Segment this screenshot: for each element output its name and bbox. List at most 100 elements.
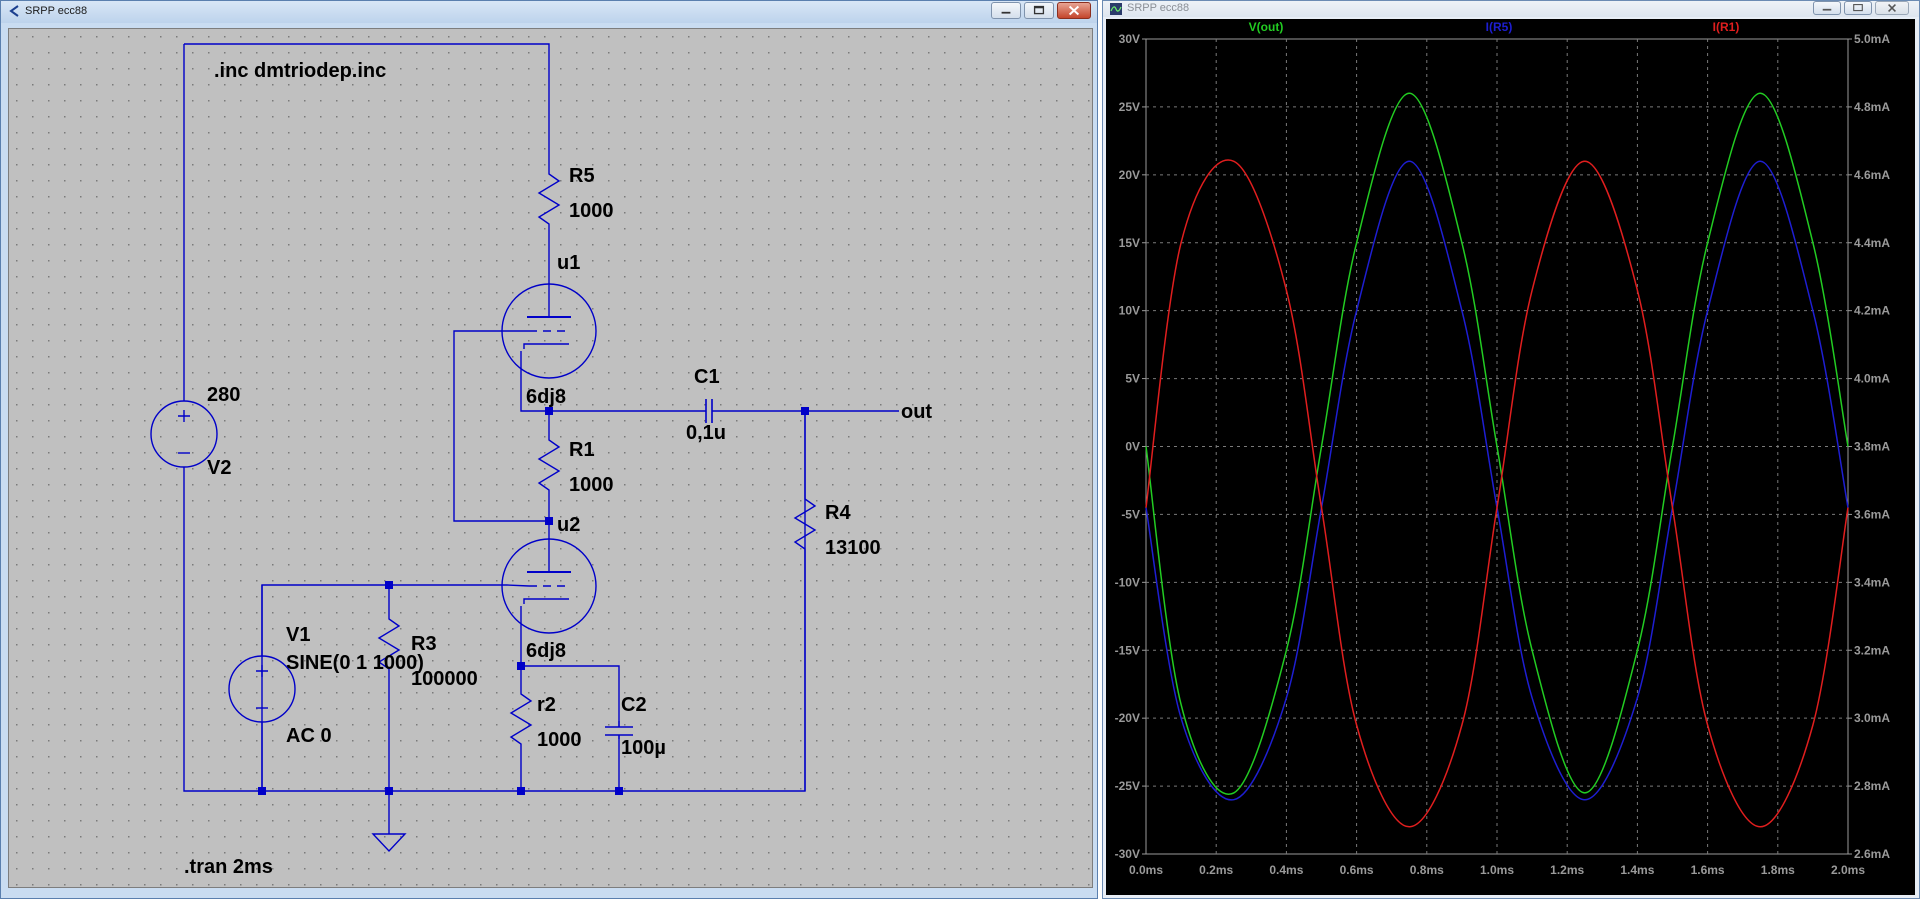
y-left-tick-label: 30V <box>1119 32 1140 46</box>
close-button[interactable] <box>1875 1 1909 15</box>
v1-value[interactable]: SINE(0 1 1000) <box>286 652 424 674</box>
y-right-tick-label: 5.0mA <box>1854 32 1890 46</box>
r5-value[interactable]: 1000 <box>569 200 614 222</box>
y-left-tick-label: 15V <box>1119 236 1140 250</box>
y-right-tick-label: 4.8mA <box>1854 100 1890 114</box>
waveform-window-title: SRPP ecc88 <box>1127 2 1190 14</box>
junction-dot <box>385 581 393 589</box>
legend-vout[interactable]: V(out) <box>1249 20 1284 34</box>
x-tick-label: 0.0ms <box>1129 863 1163 877</box>
y-left-tick-label: 20V <box>1119 168 1140 182</box>
u1-model[interactable]: 6dj8 <box>526 386 566 408</box>
v1-name: V1 <box>286 624 310 646</box>
y-left-tick-label: -20V <box>1115 711 1140 725</box>
y-right-tick-label: 4.2mA <box>1854 304 1890 318</box>
y-right-tick-label: 4.4mA <box>1854 236 1890 250</box>
y-right-tick-label: 2.8mA <box>1854 779 1890 793</box>
r2-value[interactable]: 1000 <box>537 729 582 751</box>
close-icon <box>1068 5 1080 16</box>
c1-name: C1 <box>694 366 720 388</box>
ltspice-schematic-icon <box>9 5 19 17</box>
schematic-window: SRPP ecc88 .inc dmtriodep.inc .tran 2ms … <box>0 0 1098 899</box>
u1-name: u1 <box>557 252 580 274</box>
junction-dot <box>615 787 623 795</box>
r2-name: r2 <box>537 694 556 716</box>
trace-vout[interactable] <box>1145 92 1849 795</box>
r1-value[interactable]: 1000 <box>569 474 614 496</box>
waveform-window: SRPP ecc88 0.0ms 0.2ms 0.4ms 0.6ms 0.8ms 1.0m… <box>1102 0 1920 899</box>
x-tick-label: 0.2ms <box>1199 863 1233 877</box>
y-right-tick-label: 4.0mA <box>1854 372 1890 386</box>
y-right-tick-label: 4.6mA <box>1854 168 1890 182</box>
maximize-icon <box>1033 5 1045 15</box>
junction-dot <box>545 407 553 415</box>
close-icon <box>1888 4 1896 12</box>
legend-ir5[interactable]: I(R5) <box>1486 20 1513 34</box>
y-left-tick-label: 0V <box>1125 440 1140 454</box>
x-tick-label: 0.8ms <box>1410 863 1444 877</box>
x-tick-label: 1.4ms <box>1620 863 1654 877</box>
y-left-tick-label: -10V <box>1115 575 1140 589</box>
c1-value[interactable]: 0,1u <box>686 422 726 444</box>
maximize-button[interactable] <box>1844 1 1872 15</box>
y-left-tick-label: -30V <box>1115 847 1140 861</box>
y-left-tick-label: 10V <box>1119 304 1140 318</box>
c2-value[interactable]: 100µ <box>621 737 666 759</box>
v1-ac[interactable]: AC 0 <box>286 725 332 747</box>
v2-value[interactable]: 280 <box>207 384 240 406</box>
waveform-plot-pane[interactable]: 0.0ms 0.2ms 0.4ms 0.6ms 0.8ms 1.0ms 1.2ms 1.4ms… <box>1106 19 1915 895</box>
v2-name: V2 <box>207 457 231 479</box>
maximize-button[interactable] <box>1024 2 1054 19</box>
r4-value[interactable]: 13100 <box>825 537 881 559</box>
c2-name: C2 <box>621 694 647 716</box>
y-left-tick-label: -5V <box>1121 507 1140 521</box>
minimize-icon <box>1822 8 1832 11</box>
schematic-grid <box>9 29 1092 887</box>
y-left-tick-label: 25V <box>1119 100 1140 114</box>
r5-name: R5 <box>569 165 595 187</box>
y-left-tick-label: -25V <box>1115 779 1140 793</box>
y-right-tick-label: 3.0mA <box>1854 711 1890 725</box>
close-button[interactable] <box>1057 2 1091 19</box>
y-left-tick-label: 5V <box>1125 372 1140 386</box>
x-tick-label: 0.4ms <box>1269 863 1303 877</box>
x-tick-label: 1.6ms <box>1691 863 1725 877</box>
x-tick-label: 1.2ms <box>1550 863 1584 877</box>
junction-dot <box>517 787 525 795</box>
schematic-titlebar[interactable]: SRPP ecc88 <box>1 1 1097 23</box>
r1-name: R1 <box>569 439 595 461</box>
y-right-tick-label: 3.4mA <box>1854 575 1890 589</box>
r3-value[interactable]: 100000 <box>411 668 478 690</box>
directive-tran[interactable]: .tran 2ms <box>184 856 273 878</box>
legend-ir1[interactable]: I(R1) <box>1713 20 1740 34</box>
u2-model[interactable]: 6dj8 <box>526 640 566 662</box>
junction-dot <box>385 787 393 795</box>
x-tick-label: 1.0ms <box>1480 863 1514 877</box>
waveform-chart[interactable]: 0.0ms 0.2ms 0.4ms 0.6ms 0.8ms 1.0ms 1.2ms 1.4ms… <box>1106 19 1915 895</box>
ltspice-waveform-icon <box>1110 3 1122 15</box>
x-tick-label: 0.6ms <box>1340 863 1374 877</box>
y-left-tick-label: -15V <box>1115 643 1140 657</box>
y-right-tick-label: 3.8mA <box>1854 440 1890 454</box>
x-tick-label: 2.0ms <box>1831 863 1865 877</box>
net-label-out[interactable]: out <box>901 401 932 423</box>
junction-dot <box>545 517 553 525</box>
schematic-window-title: SRPP ecc88 <box>25 5 88 17</box>
waveform-titlebar[interactable]: SRPP ecc88 <box>1103 1 1919 17</box>
minimize-button[interactable] <box>1813 1 1841 15</box>
minimize-icon <box>1001 11 1011 14</box>
x-tick-label: 1.8ms <box>1761 863 1795 877</box>
junction-dot <box>801 407 809 415</box>
y-right-tick-label: 3.6mA <box>1854 507 1890 521</box>
schematic-canvas[interactable]: .inc dmtriodep.inc .tran 2ms R5 1000 u1 … <box>8 28 1093 888</box>
y-right-tick-label: 2.6mA <box>1854 847 1890 861</box>
r4-name: R4 <box>825 502 851 524</box>
junction-dot <box>517 662 525 670</box>
r3-name: R3 <box>411 633 437 655</box>
junction-dot <box>258 787 266 795</box>
maximize-icon <box>1853 4 1863 12</box>
u2-name: u2 <box>557 514 580 536</box>
directive-include[interactable]: .inc dmtriodep.inc <box>214 60 386 82</box>
y-right-tick-label: 3.2mA <box>1854 643 1890 657</box>
minimize-button[interactable] <box>991 2 1021 19</box>
